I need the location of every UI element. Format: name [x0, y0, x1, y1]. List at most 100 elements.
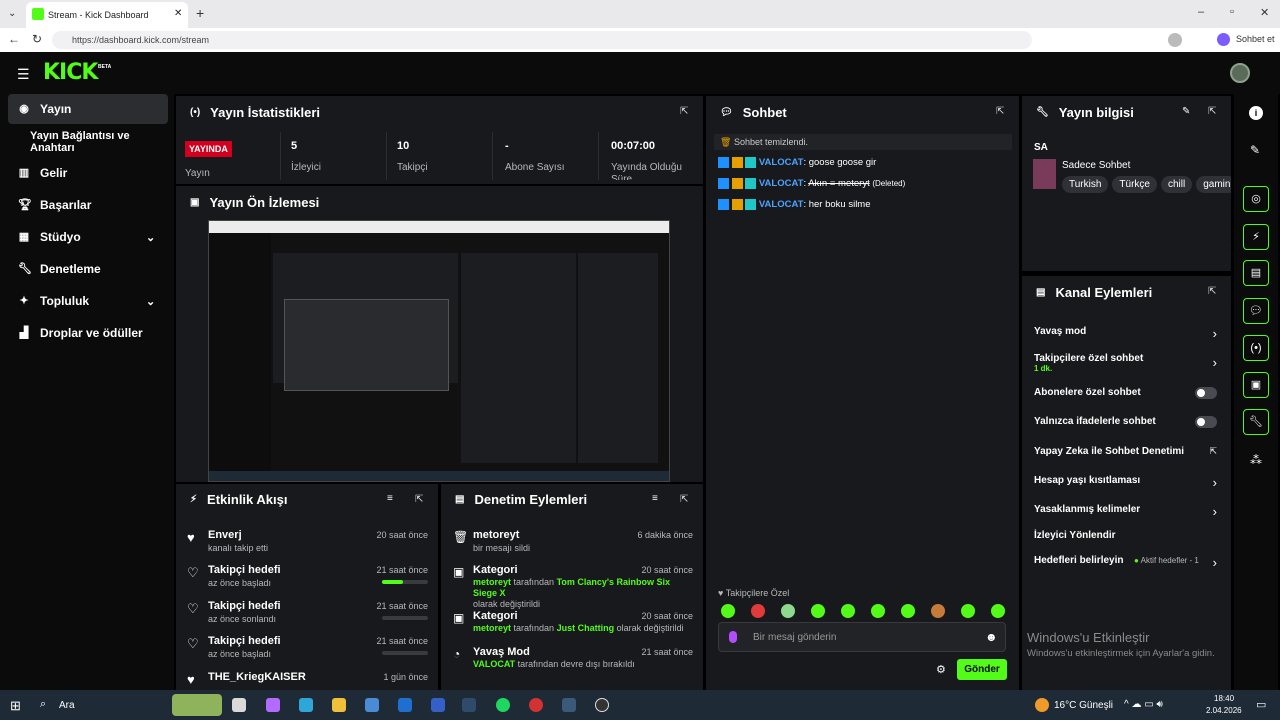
tag[interactable]: gamin [1196, 176, 1231, 193]
windows-start-icon[interactable]: ⊞ [10, 698, 21, 714]
chat-username[interactable]: VALOCAT [759, 178, 804, 189]
user-avatar[interactable] [1230, 63, 1250, 83]
steam-taskbar-icon-2[interactable] [562, 698, 576, 712]
copilot-label[interactable]: Sohbet et [1236, 34, 1275, 44]
kick-logo[interactable]: KICK [43, 60, 98, 85]
subs-only-toggle[interactable] [1195, 387, 1217, 399]
popout-icon[interactable]: ⇱ [1208, 106, 1219, 117]
send-button[interactable]: Gönder [957, 659, 1007, 680]
edit-pencil-icon[interactable]: ✎ [1182, 106, 1190, 117]
filter-icon[interactable]: ≡ [652, 493, 658, 504]
channel-action-slow-mode[interactable]: Yavaş mod › [1022, 326, 1231, 342]
emote-icon[interactable] [901, 604, 915, 618]
rail-stream-info-button[interactable]: ◎ [1243, 186, 1269, 212]
menu-icon[interactable]: ☰ [17, 66, 30, 83]
chat-username[interactable]: VALOCAT [759, 199, 804, 210]
emote-icon[interactable] [751, 604, 765, 618]
filter-icon[interactable]: ≡ [387, 493, 393, 504]
chevron-right-icon[interactable]: › [1213, 475, 1217, 490]
tag[interactable]: chill [1160, 176, 1193, 193]
sidebar-item-yayin[interactable]: ◉ Yayın [8, 94, 168, 124]
profile-avatar-icon[interactable] [1168, 33, 1182, 47]
chat-username[interactable]: VALOCAT [759, 157, 804, 168]
popout-icon[interactable]: ⇱ [415, 494, 426, 505]
minimize-icon[interactable]: – [1198, 6, 1204, 18]
app-red-taskbar-icon[interactable] [529, 698, 543, 712]
back-icon[interactable]: ← [8, 32, 20, 46]
obs-taskbar-icon[interactable] [595, 698, 609, 712]
channel-action-followers-only[interactable]: Takipçilere özel sohbet 1 dk. › [1022, 353, 1231, 377]
chat-message[interactable]: VALOCAT: Akın = meteryt (Deleted) [718, 178, 905, 189]
clock-date[interactable]: 2.04.2026 [1206, 706, 1242, 715]
new-tab-icon[interactable]: + [196, 5, 204, 21]
emote-icon[interactable] [841, 604, 855, 618]
channel-action-goals[interactable]: Hedefleri belirleyin ● Aktif hedefler - 1… [1022, 555, 1231, 571]
sidebar-item-denetleme[interactable]: 🔧︎ Denetleme [8, 254, 168, 284]
chevron-right-icon[interactable]: › [1213, 355, 1217, 370]
chevron-right-icon[interactable]: › [1213, 504, 1217, 519]
popout-icon[interactable]: ⇱ [680, 106, 691, 117]
external-link-icon[interactable]: ⇱ [1209, 446, 1217, 457]
microphone-icon[interactable] [729, 631, 737, 643]
channel-action-banned-words[interactable]: Yasaklanmış kelimeler › [1022, 504, 1231, 520]
tag[interactable]: Türkçe [1112, 176, 1157, 193]
copilot-icon[interactable] [1217, 33, 1230, 46]
notification-icon[interactable]: ▭ [1256, 698, 1266, 711]
emoji-icon[interactable]: ☻ [985, 630, 998, 644]
rail-tools-button[interactable]: 🔧︎ [1243, 409, 1269, 435]
rail-broadcast-button[interactable]: (•) [1243, 335, 1269, 361]
chat-input[interactable]: Bir mesaj gönderin ☻ [718, 622, 1006, 652]
popout-icon[interactable]: ⇱ [1208, 286, 1219, 297]
sidebar-item-studyo[interactable]: ▦ Stüdyo ⌄ [8, 222, 168, 252]
copilot-taskbar-icon[interactable] [266, 698, 280, 712]
url-field[interactable]: https://dashboard.kick.com/stream [52, 31, 1032, 49]
app-taskbar-icon[interactable] [431, 698, 445, 712]
popout-icon[interactable]: ⇱ [680, 494, 691, 505]
chevron-right-icon[interactable]: › [1213, 555, 1217, 570]
browser-tab[interactable]: Stream - Kick Dashboard ✕ [26, 2, 188, 28]
emote-icon[interactable] [721, 604, 735, 618]
clock-time[interactable]: 18:40 [1214, 694, 1234, 703]
chevron-right-icon[interactable]: › [1213, 326, 1217, 341]
channel-action-ai-moderation[interactable]: Yapay Zeka ile Sohbet Denetimi ⇱ [1022, 446, 1231, 462]
channel-action-subs-only[interactable]: Abonelere özel sohbet [1022, 387, 1231, 403]
channel-action-host[interactable]: İzleyici Yönlendir [1022, 530, 1231, 546]
emote-icon[interactable] [811, 604, 825, 618]
sidebar-item-stream-key[interactable]: Yayın Bağlantısı ve Anahtarı [8, 127, 174, 157]
spotify-taskbar-icon[interactable] [496, 698, 510, 712]
channel-action-account-age[interactable]: Hesap yaşı kısıtlaması › [1022, 475, 1231, 491]
edge-taskbar-icon[interactable] [299, 698, 313, 712]
tag[interactable]: Turkish [1062, 176, 1109, 193]
explorer-taskbar-icon[interactable] [332, 698, 346, 712]
taskbar-search-label[interactable]: Ara [59, 700, 75, 711]
search-icon[interactable]: ⌕ [40, 698, 46, 711]
channel-action-emote-only[interactable]: Yalnızca ifadelerle sohbet [1022, 416, 1231, 432]
rail-preview-button[interactable]: ▣ [1243, 372, 1269, 398]
chevron-down-icon[interactable]: ⌄ [146, 231, 155, 244]
sidebar-item-topluluk[interactable]: ✦ Topluluk ⌄ [8, 286, 168, 316]
emote-icon[interactable] [991, 604, 1005, 618]
shortcuts-icon[interactable]: ⁂ [1250, 453, 1262, 467]
steam-taskbar-icon[interactable] [462, 698, 476, 712]
rail-activity-button[interactable]: ⚡︎ [1243, 224, 1269, 250]
emote-icon[interactable] [781, 604, 795, 618]
settings-gear-icon[interactable]: ⚙ [936, 663, 946, 676]
weather-label[interactable]: 16°C Güneşli [1054, 700, 1113, 711]
sidebar-item-basarilar[interactable]: 🏆︎ Başarılar [8, 190, 168, 220]
close-tab-icon[interactable]: ✕ [174, 8, 182, 19]
refresh-icon[interactable]: ↻ [32, 32, 42, 46]
stream-preview-video[interactable] [208, 220, 670, 482]
rail-chat-button[interactable]: 💬︎ [1243, 298, 1269, 324]
outlook-taskbar-icon[interactable] [398, 698, 412, 712]
emote-icon[interactable] [871, 604, 885, 618]
edit-pencil-icon[interactable]: ✎ [1250, 143, 1260, 157]
sidebar-item-gelir[interactable]: ▥ Gelir [8, 158, 168, 188]
tab-list-icon[interactable]: ⌄ [8, 8, 16, 19]
rail-moderation-button[interactable]: ▤ [1243, 260, 1269, 286]
chat-message[interactable]: VALOCAT: goose goose gir [718, 157, 876, 168]
system-tray-icons[interactable]: ^ ☁ ▭ 🔊︎ [1124, 699, 1163, 710]
chevron-down-icon[interactable]: ⌄ [146, 295, 155, 308]
sidebar-item-droplar[interactable]: ▟ Droplar ve ödüller [8, 318, 168, 348]
chat-message[interactable]: VALOCAT: her boku silme [718, 199, 871, 210]
info-icon[interactable]: i [1249, 106, 1263, 120]
